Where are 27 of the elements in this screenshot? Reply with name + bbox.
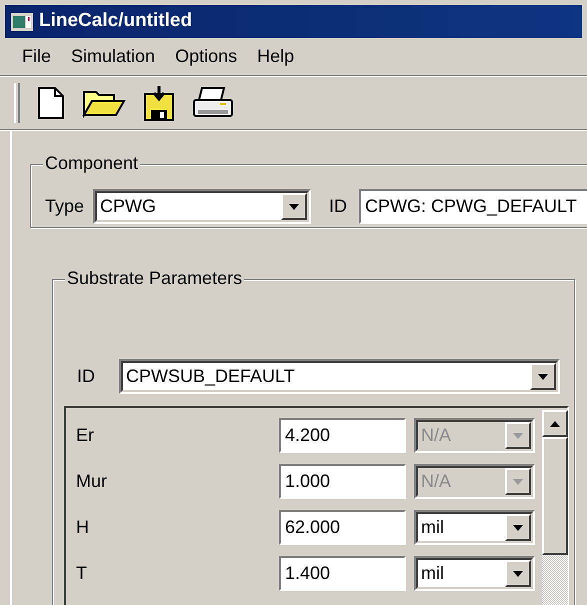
dropdown[interactable]: mil <box>414 556 535 591</box>
menu-item[interactable]: Simulation <box>61 43 166 70</box>
printer-icon[interactable] <box>192 86 234 120</box>
menu-item[interactable]: Help <box>247 43 304 70</box>
dropdown[interactable]: CPWG <box>93 189 312 224</box>
scrollbar[interactable] <box>542 410 568 605</box>
dropdown[interactable]: CPWSUB_DEFAULT <box>119 359 560 394</box>
scrollbar-thumb[interactable] <box>542 437 568 555</box>
parameter-label: H <box>76 516 90 539</box>
floppy-disk-icon[interactable] <box>143 84 175 122</box>
dropdown[interactable]: mil <box>414 510 535 545</box>
parameter-label: Er <box>76 424 95 447</box>
field-label: ID <box>77 365 95 388</box>
window-title: LineCalc/untitled <box>39 9 192 34</box>
input-field[interactable]: CPWG: CPWG_DEFAULT <box>359 189 587 224</box>
input-field[interactable]: 62.000 <box>279 510 406 545</box>
parameter-label: T <box>76 562 88 585</box>
field-label: ID <box>329 195 348 218</box>
menu-item[interactable]: File <box>12 43 62 70</box>
input-field[interactable]: 1.400 <box>279 556 406 591</box>
menu-item[interactable]: Options <box>165 43 248 70</box>
toolbar-grip[interactable] <box>14 83 20 123</box>
folder-icon[interactable] <box>82 88 126 118</box>
app-icon <box>11 12 33 30</box>
parameter-label: Mur <box>76 470 108 493</box>
field-label: Type <box>45 195 84 218</box>
new-document-icon[interactable] <box>37 86 65 120</box>
